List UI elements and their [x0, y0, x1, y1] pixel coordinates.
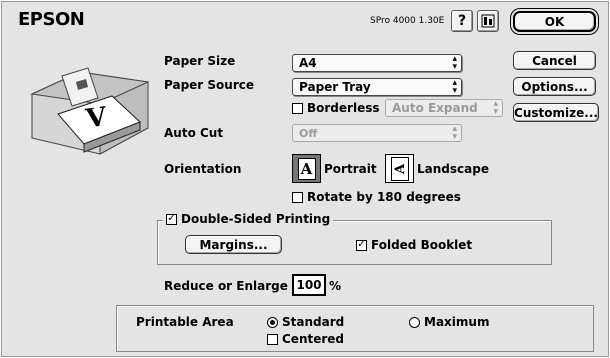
checkbox-box: ✓	[356, 239, 367, 251]
paper-size-select[interactable]: A4 ▴ ▾	[292, 54, 462, 72]
centered-label: Centered	[282, 332, 345, 346]
ink-status-button[interactable]	[477, 10, 499, 32]
radio-circle	[267, 316, 278, 328]
auto-cut-select[interactable]: Off ▴ ▾	[292, 124, 462, 142]
paper-source-select[interactable]: Paper Tray ▴ ▾	[292, 78, 462, 96]
double-sided-checkbox[interactable]: ✓ Double-Sided Printing	[163, 212, 334, 226]
cancel-button[interactable]: Cancel	[513, 51, 596, 70]
folded-booklet-checkbox[interactable]: ✓ Folded Booklet	[356, 238, 472, 252]
popup-arrows-icon: ▴ ▾	[452, 78, 457, 96]
rotate-180-label: Rotate by 180 degrees	[307, 190, 461, 204]
printer-illustration: V	[30, 67, 150, 155]
orientation-portrait-option[interactable]: A Portrait	[292, 154, 377, 183]
borderless-mode-value: Auto Expand	[392, 101, 478, 115]
help-button[interactable]: ?	[451, 10, 473, 32]
orientation-landscape-option[interactable]: A Landscape	[385, 154, 489, 183]
epson-logo: EPSON	[18, 9, 85, 30]
scale-input[interactable]: 100	[292, 274, 326, 296]
landscape-icon: A	[385, 154, 414, 183]
margins-button[interactable]: Margins...	[185, 235, 282, 254]
ok-button[interactable]: OK	[513, 11, 596, 32]
checkbox-box: ✓	[166, 213, 177, 225]
options-button[interactable]: Options...	[513, 77, 596, 96]
folded-booklet-label: Folded Booklet	[371, 238, 473, 252]
popup-arrows-icon: ▴ ▾	[493, 99, 498, 117]
printable-standard-radio[interactable]: Standard	[267, 315, 344, 329]
paper-source-value: Paper Tray	[299, 80, 371, 94]
customize-button[interactable]: Customize...	[513, 103, 599, 122]
printable-maximum-radio[interactable]: Maximum	[409, 315, 489, 329]
orientation-label: Orientation	[164, 162, 242, 176]
maximum-label: Maximum	[424, 315, 490, 329]
checkbox-box	[292, 102, 303, 114]
paper-source-label: Paper Source	[164, 78, 254, 92]
borderless-mode-select[interactable]: Auto Expand ▴ ▾	[385, 99, 503, 117]
standard-label: Standard	[282, 315, 345, 329]
landscape-label: Landscape	[417, 161, 489, 176]
radio-circle	[409, 316, 420, 328]
percent-label: %	[329, 279, 342, 293]
paper-size-label: Paper Size	[164, 54, 236, 68]
checkbox-box	[267, 333, 278, 345]
popup-arrows-icon: ▴ ▾	[452, 54, 457, 72]
checkbox-box	[292, 191, 303, 203]
borderless-label: Borderless	[307, 101, 380, 115]
rotate-180-checkbox[interactable]: Rotate by 180 degrees	[292, 190, 461, 204]
printable-area-label: Printable Area	[136, 315, 234, 329]
page-setup-dialog: EPSON SPro 4000 1.30E ? OK Cancel Option…	[1, 1, 609, 357]
portrait-label: Portrait	[324, 161, 377, 176]
portrait-icon: A	[292, 154, 321, 183]
popup-arrows-icon: ▴ ▾	[452, 124, 457, 142]
reduce-enlarge-label: Reduce or Enlarge	[164, 279, 288, 293]
centered-checkbox[interactable]: Centered	[267, 332, 344, 346]
borderless-checkbox[interactable]: Borderless	[292, 101, 380, 115]
printer-status-icon	[481, 14, 495, 28]
auto-cut-label: Auto Cut	[164, 126, 224, 140]
paper-size-value: A4	[299, 56, 317, 70]
help-icon: ?	[457, 13, 467, 29]
auto-cut-value: Off	[299, 126, 318, 140]
double-sided-label: Double-Sided Printing	[181, 212, 331, 226]
driver-version: SPro 4000 1.30E	[370, 16, 445, 26]
